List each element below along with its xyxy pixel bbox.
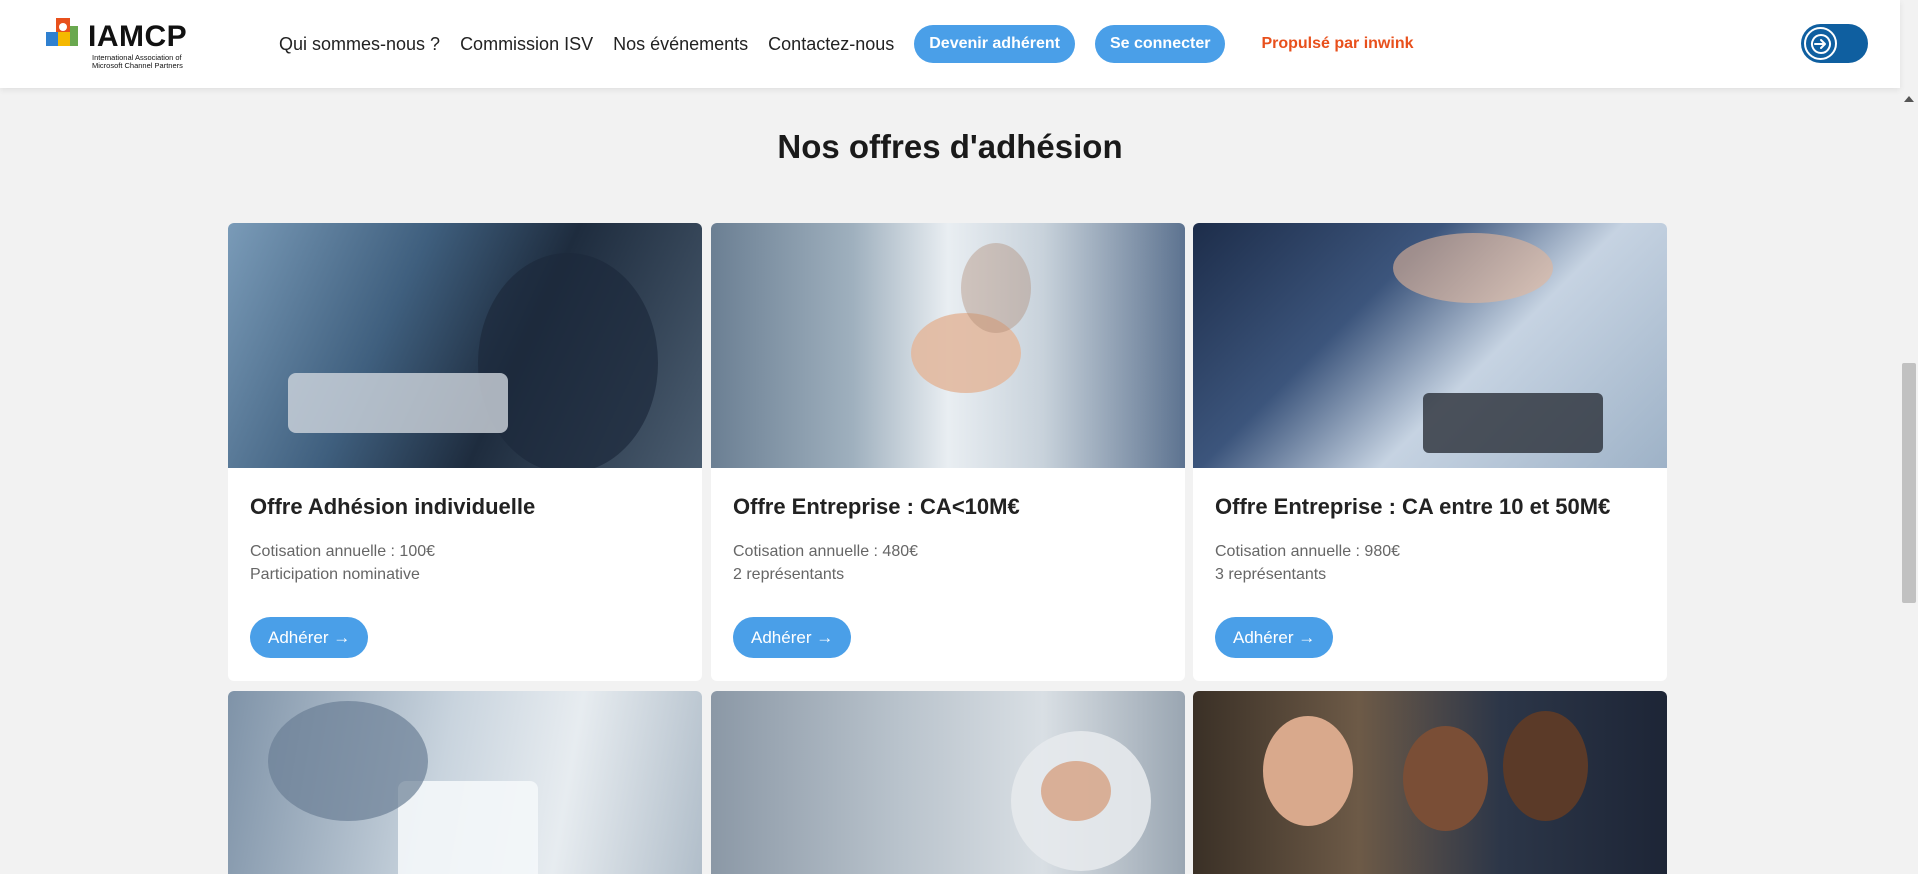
logo-subtitle: International Association of Microsoft C…	[92, 53, 183, 70]
page-scrollbar[interactable]	[1900, 88, 1918, 874]
card-price: Cotisation annuelle : 100€	[250, 543, 436, 560]
powered-by-link[interactable]: Propulsé par inwink	[1261, 35, 1413, 53]
card-price: Cotisation annuelle : 980€	[1215, 543, 1401, 560]
card-detail: 3 représentants	[1215, 566, 1327, 583]
logo-text: IAMCP	[88, 20, 188, 53]
se-connecter-button[interactable]: Se connecter	[1094, 25, 1226, 63]
offer-card-row2-2	[711, 691, 1185, 874]
offer-image-laptop-typing	[1193, 223, 1667, 468]
main-nav: Qui sommes-nous ? Commission ISV Nos évé…	[279, 0, 1433, 88]
offer-card-row2-1	[228, 691, 702, 874]
card-title: Offre Entreprise : CA<10M€	[733, 494, 1020, 519]
card-price: Cotisation annuelle : 480€	[733, 543, 919, 560]
logo-mark-icon	[46, 18, 78, 46]
card-title: Offre Adhésion individuelle	[250, 494, 536, 519]
card-detail: Participation nominative	[250, 566, 420, 583]
offer-image-tablet-office	[228, 691, 702, 874]
offer-card-row2-3	[1193, 691, 1667, 874]
login-arrow-icon	[1804, 27, 1837, 60]
nav-commission-isv[interactable]: Commission ISV	[460, 34, 593, 55]
site-header: IAMCP International Association of Micro…	[0, 0, 1900, 88]
card-detail: 2 représentants	[733, 566, 845, 583]
iamcp-logo[interactable]: IAMCP International Association of Micro…	[46, 18, 206, 72]
offer-image-handshake	[711, 223, 1185, 468]
adherer-button[interactable]: Adhérer →	[733, 617, 852, 658]
scroll-up-icon[interactable]	[1904, 96, 1914, 102]
nav-contactez-nous[interactable]: Contactez-nous	[768, 34, 894, 55]
devenir-adherent-button[interactable]: Devenir adhérent	[914, 25, 1075, 63]
offer-image-group-portrait	[1193, 691, 1667, 874]
scroll-thumb[interactable]	[1902, 363, 1916, 603]
login-toggle[interactable]	[1801, 24, 1868, 63]
offer-card-individuelle: Offre Adhésion individuelle Cotisation a…	[228, 223, 702, 681]
adherer-button[interactable]: Adhérer →	[1215, 617, 1334, 658]
card-title: Offre Entreprise : CA entre 10 et 50M€	[1215, 494, 1611, 519]
nav-nos-evenements[interactable]: Nos événements	[613, 34, 748, 55]
offer-card-entreprise-10m: Offre Entreprise : CA<10M€ Cotisation an…	[711, 223, 1185, 681]
offer-card-entreprise-10-50m: Offre Entreprise : CA entre 10 et 50M€ C…	[1193, 223, 1667, 681]
nav-qui-sommes-nous[interactable]: Qui sommes-nous ?	[279, 34, 440, 55]
adherer-button[interactable]: Adhérer →	[250, 617, 369, 658]
offer-image-team-hands	[711, 691, 1185, 874]
page-title: Nos offres d'adhésion	[777, 128, 1123, 165]
offer-image-tablet-meeting	[228, 223, 702, 468]
